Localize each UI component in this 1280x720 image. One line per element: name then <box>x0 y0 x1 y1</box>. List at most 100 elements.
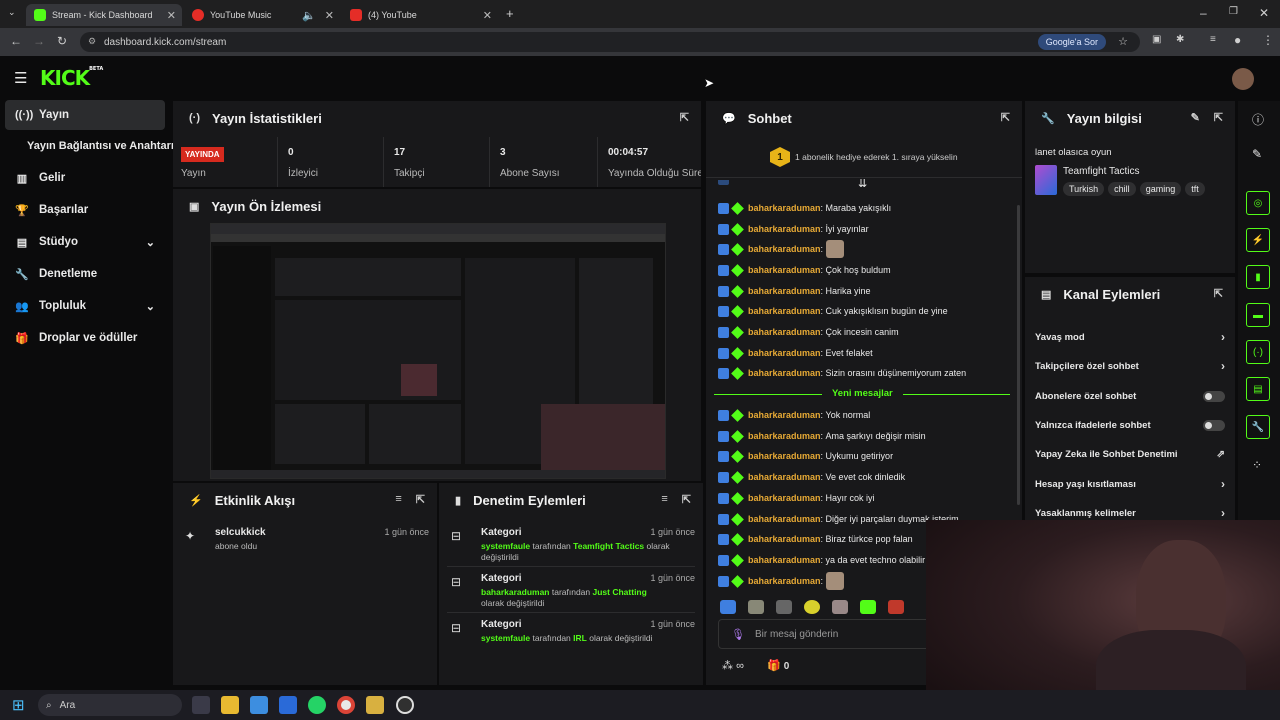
wrench-icon[interactable]: 🔧 <box>1246 415 1270 439</box>
task-view-icon[interactable] <box>192 696 210 714</box>
mod-user[interactable]: systemfaule <box>481 633 530 643</box>
mod-target[interactable]: Just Chatting <box>593 587 647 597</box>
obs-icon[interactable] <box>396 696 414 714</box>
gift-icon[interactable]: 🎁 <box>767 660 781 672</box>
tag[interactable]: chill <box>1108 182 1136 196</box>
gift-leaderboard-banner[interactable]: 1 abonelik hediye ederek 1. sıraya yükse… <box>795 152 958 162</box>
app-icon[interactable] <box>366 696 384 714</box>
chat-username[interactable]: baharkaraduman <box>748 224 821 234</box>
emote-icon[interactable] <box>888 600 904 614</box>
avatar[interactable] <box>1232 68 1254 90</box>
url-input[interactable]: ⚙ dashboard.kick.com/stream Google'a Sor… <box>80 32 1140 52</box>
chat-username[interactable]: baharkaraduman <box>748 244 821 254</box>
info-icon[interactable]: ⓘ <box>1252 111 1264 128</box>
filter-icon[interactable]: ≡ <box>661 493 667 506</box>
chat-username[interactable]: baharkaraduman <box>748 203 821 213</box>
reload-icon[interactable]: ↻ <box>57 34 67 48</box>
chat-username[interactable]: baharkaraduman <box>748 368 821 378</box>
tag[interactable]: Turkish <box>1063 182 1105 196</box>
chat-message[interactable]: baharkaraduman: Maraba yakışıklı <box>718 199 891 217</box>
profile-icon[interactable]: ● <box>1234 33 1241 47</box>
mail-icon[interactable] <box>279 696 297 714</box>
chat-scrollbar[interactable] <box>1017 205 1020 505</box>
media-icon[interactable]: ≡ <box>1210 34 1216 45</box>
preview-video[interactable] <box>210 223 666 479</box>
sidebar-item-droplar[interactable]: 🎁 Droplar ve ödüller <box>5 323 165 353</box>
chat-username[interactable]: baharkaraduman <box>748 306 821 316</box>
edit-pencil-icon[interactable]: ✎ <box>1252 147 1262 161</box>
audio-playing-icon[interactable]: 🔈 <box>302 9 316 22</box>
taskbar-search[interactable]: ⌕ Ara <box>38 694 182 716</box>
tab-search-icon[interactable]: ⌄ <box>8 7 16 18</box>
back-icon[interactable]: ← <box>10 34 22 48</box>
popout-icon[interactable]: ⇱ <box>682 493 691 506</box>
minimize-icon[interactable]: – <box>1200 6 1207 20</box>
popout-icon[interactable]: ⇱ <box>416 493 425 506</box>
filter-icon[interactable]: ≡ <box>395 493 401 506</box>
sidebar-item-denetleme[interactable]: 🔧 Denetleme <box>5 259 165 289</box>
chat-username[interactable]: baharkaraduman <box>748 431 821 441</box>
sidebar-item-yayin[interactable]: ((·)) Yayın <box>5 100 165 130</box>
emotes-only-toggle[interactable] <box>1203 419 1225 431</box>
target-icon[interactable]: ◎ <box>1246 191 1270 215</box>
windows-start-icon[interactable]: ⊞ <box>12 696 25 714</box>
edit-pencil-icon[interactable]: ✎ <box>1191 111 1200 124</box>
chat-message[interactable]: baharkaraduman: Biraz türkce pop falan <box>718 530 913 548</box>
chat-message[interactable]: baharkaraduman: Diğer iyi parçaları duym… <box>718 510 959 528</box>
mod-user[interactable]: systemfaule <box>481 541 530 551</box>
chat-message[interactable]: baharkaraduman: Sizin orasını düşünemiyo… <box>718 364 966 382</box>
chat-message[interactable]: baharkaraduman: Harika yine <box>718 282 871 300</box>
more-icon[interactable]: ⁘ <box>1252 458 1262 472</box>
ai-moderation-row[interactable]: Yapay Zeka ile Sohbet Denetimi ⇗ <box>1035 444 1225 464</box>
whatsapp-icon[interactable] <box>308 696 326 714</box>
menu-kebab-icon[interactable]: ⋮ <box>1262 33 1274 47</box>
sidebar-item-stream-key[interactable]: Yayın Bağlantısı ve Anahtarı <box>27 131 187 161</box>
broadcast-icon[interactable]: (·) <box>1246 340 1270 364</box>
emote-icon[interactable] <box>832 600 848 614</box>
chat-message[interactable]: baharkaraduman: <box>718 572 844 590</box>
hamburger-menu-icon[interactable]: ☰ <box>14 69 27 87</box>
extension-icon[interactable]: ▣ <box>1152 34 1161 45</box>
chat-username[interactable]: baharkaraduman <box>748 327 821 337</box>
chat-message[interactable]: baharkaraduman: <box>718 240 844 258</box>
sidebar-item-basarilar[interactable]: 🏆 Başarılar <box>5 195 165 225</box>
sidebar-item-gelir[interactable]: ▥ Gelir <box>5 163 165 193</box>
chat-message[interactable]: baharkaraduman: Ve evet cok dinledik <box>718 468 905 486</box>
popout-icon[interactable]: ⇱ <box>1214 111 1223 124</box>
subscribers-only-toggle[interactable] <box>1203 390 1225 402</box>
bookmark-star-icon[interactable]: ☆ <box>1118 35 1128 48</box>
users-icon[interactable]: ⁂ <box>722 660 733 672</box>
mod-target[interactable]: IRL <box>573 633 587 643</box>
chat-username[interactable]: baharkaraduman <box>748 576 821 586</box>
popout-icon[interactable]: ⇱ <box>680 111 689 124</box>
sidebar-item-studyo[interactable]: ▤ Stüdyo ⌄ <box>5 227 165 257</box>
chat-message[interactable]: baharkaraduman: Uykumu getiriyor <box>718 447 893 465</box>
chat-message[interactable]: baharkaraduman: Hayır cok iyi <box>718 489 875 507</box>
chat-username[interactable]: baharkaraduman <box>748 555 821 565</box>
lightning-icon[interactable]: ⚡ <box>1246 228 1270 252</box>
chat-bubble-icon[interactable]: ▬ <box>1246 303 1270 327</box>
chat-username[interactable]: baharkaraduman <box>748 493 821 503</box>
tab-youtube[interactable]: (4) YouTube ✕ <box>342 4 498 26</box>
close-tab-icon[interactable]: ✕ <box>325 9 334 22</box>
mod-target[interactable]: Teamfight Tactics <box>573 541 644 551</box>
account-age-row[interactable]: Hesap yaşı kısıtlaması › <box>1035 474 1225 494</box>
category-name[interactable]: Teamfight Tactics <box>1063 166 1140 177</box>
puzzle-icon[interactable]: ✱ <box>1176 34 1184 45</box>
new-tab-icon[interactable]: + <box>506 6 514 21</box>
chat-message[interactable]: baharkaraduman: Evet felaket <box>718 344 873 362</box>
sidebar-item-topluluk[interactable]: 👥 Topluluk ⌄ <box>5 291 165 321</box>
chat-message[interactable]: baharkaraduman: Yok normal <box>718 406 870 424</box>
maximize-icon[interactable]: ❐ <box>1229 6 1238 17</box>
tag[interactable]: tft <box>1185 182 1205 196</box>
tab-kick-dashboard[interactable]: Stream - Kick Dashboard ✕ <box>26 4 182 26</box>
chat-username[interactable]: baharkaraduman <box>748 451 821 461</box>
emote-icon[interactable] <box>720 600 736 614</box>
chat-username[interactable]: baharkaraduman <box>748 534 821 544</box>
chat-message[interactable]: baharkaraduman: Çok hoş buldum <box>718 261 891 279</box>
file-explorer-icon[interactable] <box>221 696 239 714</box>
forward-icon[interactable]: → <box>33 34 45 48</box>
chat-username[interactable]: baharkaraduman <box>748 472 821 482</box>
channel-icon[interactable]: ▤ <box>1246 377 1270 401</box>
chat-message[interactable]: baharkaraduman: Cuk yakışıklısın bugün d… <box>718 302 948 320</box>
